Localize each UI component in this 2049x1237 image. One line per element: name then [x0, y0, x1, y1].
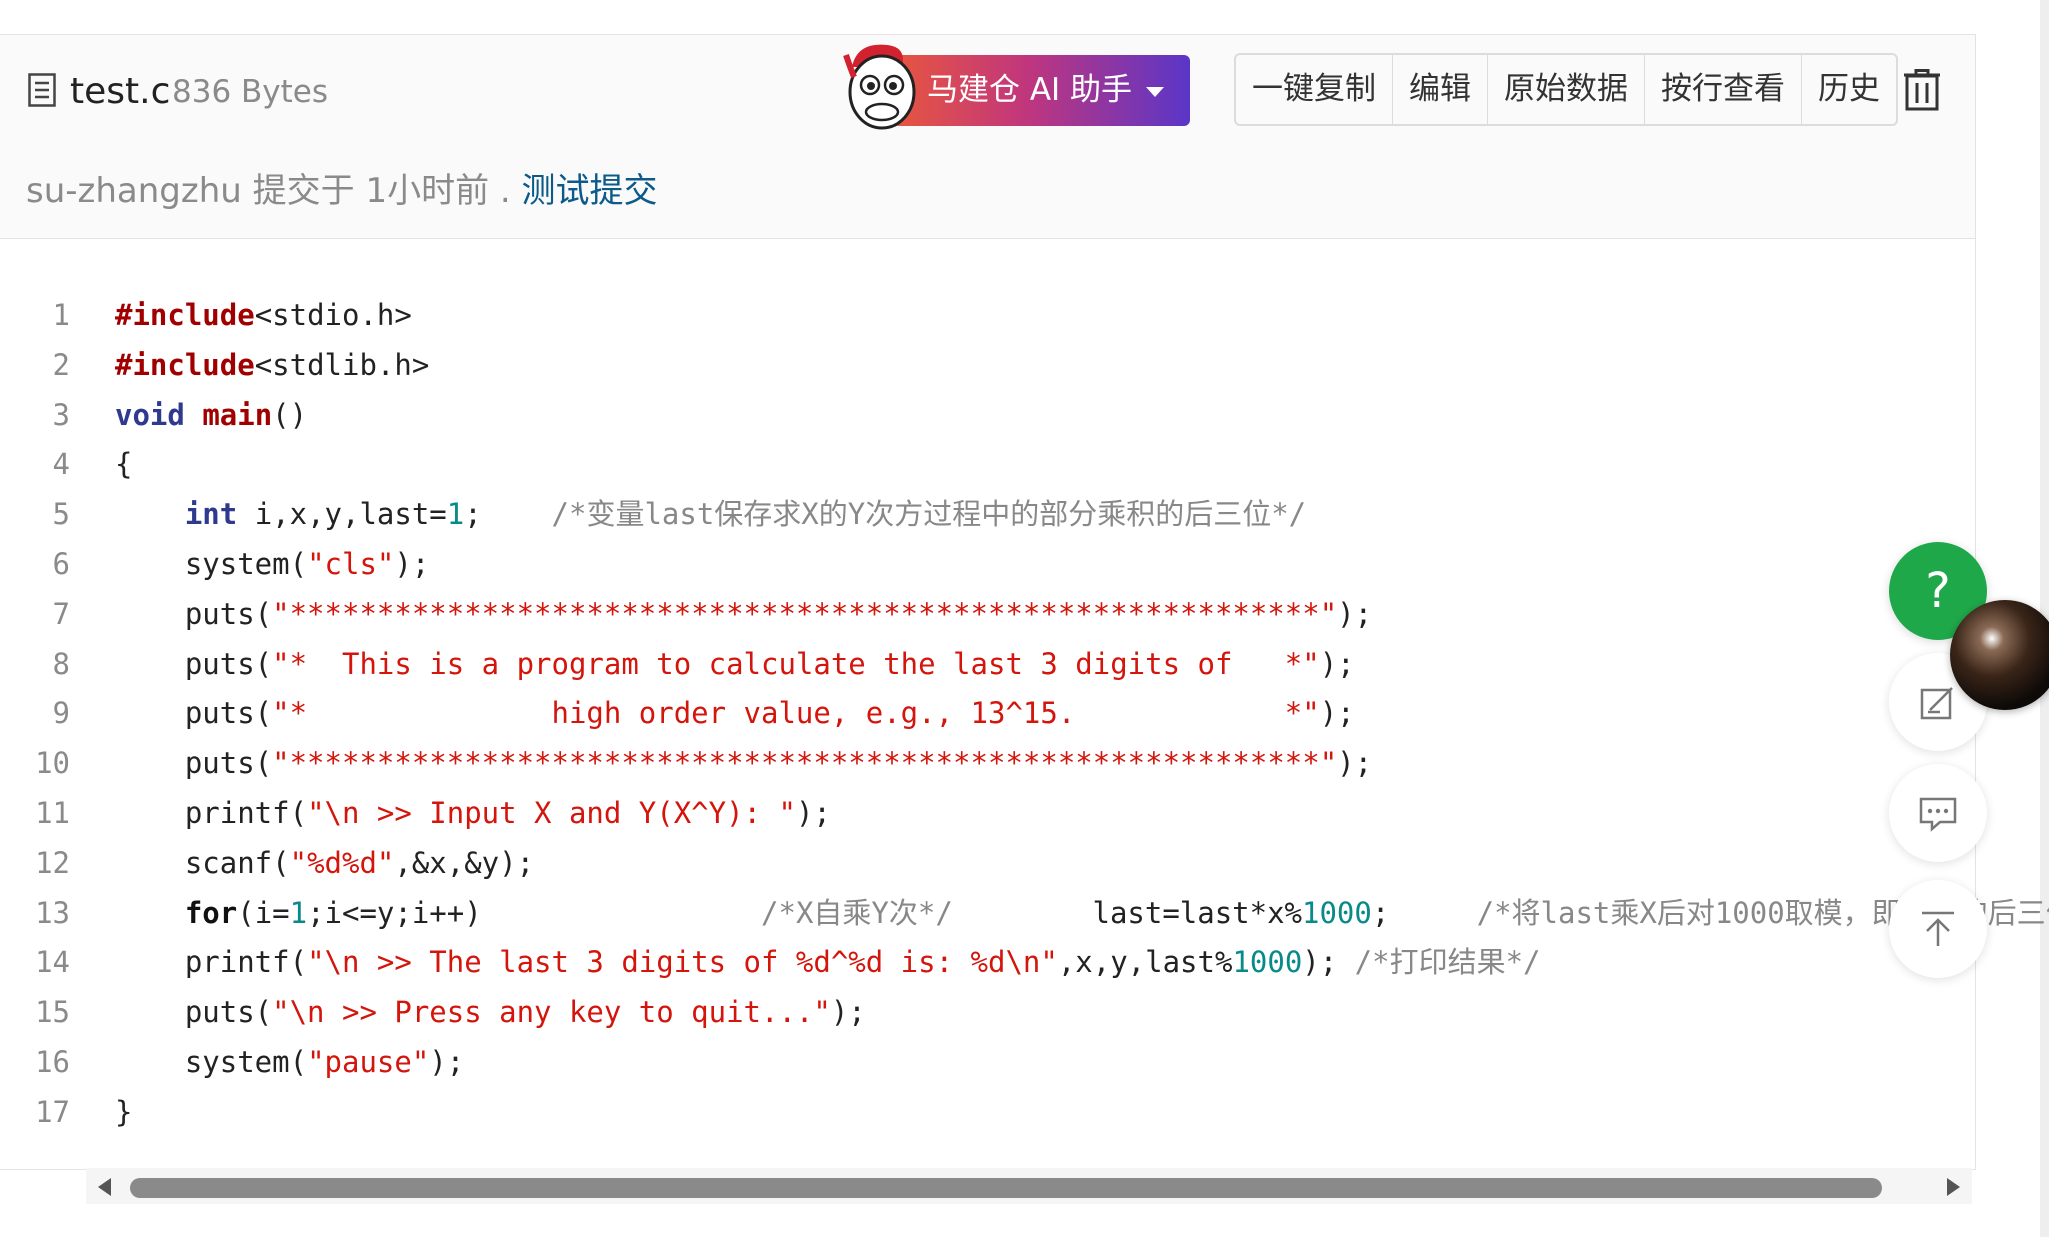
line-number[interactable]: 13	[0, 889, 70, 938]
code-line: 3 void main()	[0, 391, 1976, 440]
code-line: 12 scanf("%d%d",&x,&y);	[0, 839, 1976, 888]
code-text: for(i=1;i<=y;i++) /*X自乘Y次*/ last=last*x%…	[184, 895, 2049, 930]
line-number[interactable]: 3	[0, 391, 70, 440]
line-number[interactable]: 11	[0, 789, 70, 838]
scroll-right-icon[interactable]	[1947, 1178, 1960, 1196]
code-text: scanf("%d%d",&x,&y);	[115, 845, 535, 880]
commit-info: su-zhangzhu 提交于 1小时前 . 测试提交	[26, 163, 658, 212]
code-text: #include<stdio.h>	[115, 298, 412, 332]
file-icon	[28, 73, 56, 107]
line-number[interactable]: 6	[0, 540, 70, 589]
code-line: 2 #include<stdlib.h>	[0, 341, 1976, 390]
line-number[interactable]: 9	[0, 689, 70, 738]
code-line: 11 printf("\n >> Input X and Y(X^Y): ");	[0, 789, 1976, 838]
code-text: printf("\n >> The last 3 digits of %d^%d…	[115, 945, 1541, 980]
code-text: printf("\n >> Input X and Y(X^Y): ");	[115, 796, 831, 830]
blame-button[interactable]: 按行查看	[1644, 55, 1801, 124]
horizontal-scrollbar[interactable]	[86, 1168, 1972, 1204]
code-text: void main()	[115, 397, 308, 432]
line-number[interactable]: 17	[0, 1088, 70, 1137]
code-text: puts("* high order value, e.g., 13^15. *…	[115, 696, 1355, 731]
caret-down-icon	[1146, 86, 1165, 97]
line-number[interactable]: 1	[0, 291, 70, 340]
line-number[interactable]: 15	[0, 988, 70, 1037]
line-number[interactable]: 10	[0, 739, 70, 788]
code-line: 17}	[0, 1088, 1976, 1137]
code-text: {	[115, 447, 133, 482]
scroll-left-icon[interactable]	[98, 1178, 111, 1196]
code-text: puts("**********************************…	[115, 596, 1373, 631]
code-text: #include<stdlib.h>	[115, 347, 430, 382]
code-text: puts("* This is a program to calculate t…	[115, 646, 1355, 681]
code-line: 14 printf("\n >> The last 3 digits of %d…	[0, 938, 1976, 987]
line-number[interactable]: 16	[0, 1038, 70, 1087]
file-header: test.c 836 Bytes 马建仓 AI 助手 一键复制 编辑 原始数据 …	[0, 35, 1975, 239]
code-line: 4{	[0, 440, 1976, 489]
back-to-top-icon	[1922, 911, 1954, 946]
code-line: 15 puts("\n >> Press any key to quit..."…	[0, 988, 1976, 1037]
raw-data-button[interactable]: 原始数据	[1487, 55, 1644, 124]
code-line: 10 puts("*******************************…	[0, 739, 1976, 788]
commit-message[interactable]: 测试提交	[522, 171, 658, 211]
code-text: puts("\n >> Press any key to quit...");	[115, 995, 866, 1030]
code-text: system("cls");	[115, 547, 430, 581]
line-number[interactable]: 12	[0, 839, 70, 888]
comment-icon	[1919, 797, 1957, 832]
code-text: int i,x,y,last=1; /*变量last保存求X的Y次方过程中的部分…	[184, 497, 1307, 532]
code-line: 9 puts("* high order value, e.g., 13^15.…	[0, 689, 1976, 738]
file-panel: test.c 836 Bytes 马建仓 AI 助手 一键复制 编辑 原始数据 …	[0, 34, 2049, 1204]
back-to-top-button[interactable]	[1889, 880, 1987, 978]
code-text: system("pause");	[115, 1045, 465, 1079]
code-text: puts("**********************************…	[115, 746, 1373, 781]
code-line: 16 system("pause");	[0, 1038, 1976, 1087]
file-size: 836 Bytes	[172, 74, 329, 110]
history-button[interactable]: 历史	[1801, 55, 1896, 124]
code-line: 8 puts("* This is a program to calculate…	[0, 640, 1976, 689]
line-number[interactable]: 2	[0, 341, 70, 390]
trash-icon[interactable]	[1902, 69, 1942, 111]
line-number[interactable]: 8	[0, 640, 70, 689]
edit-button[interactable]: 编辑	[1392, 55, 1487, 124]
comment-float-button[interactable]	[1889, 764, 1987, 862]
file-name: test.c	[70, 71, 171, 112]
code-line: 1 #include<stdio.h>	[0, 291, 1976, 340]
copy-all-button[interactable]: 一键复制	[1236, 55, 1392, 124]
line-number[interactable]: 7	[0, 590, 70, 639]
commit-meta: 提交于 1小时前 .	[241, 171, 522, 211]
edit-icon	[1920, 687, 1953, 720]
code-line: 5 int i,x,y,last=1; /*变量last保存求X的Y次方过程中的…	[0, 490, 1976, 539]
line-number[interactable]: 5	[0, 490, 70, 539]
assistant-orb[interactable]	[1950, 600, 2049, 710]
mascot-icon	[843, 44, 916, 130]
code-line: 6 system("cls");	[0, 540, 1976, 589]
code-line: 13 for(i=1;i<=y;i++) /*X自乘Y次*/ last=last…	[0, 889, 2049, 938]
code-text: }	[115, 1094, 133, 1129]
code-line: 7 puts("********************************…	[0, 590, 1976, 639]
line-number[interactable]: 14	[0, 938, 70, 987]
file-actions-group: 一键复制 编辑 原始数据 按行查看 历史	[1234, 53, 1898, 126]
scrollbar-thumb[interactable]	[130, 1178, 1882, 1198]
ai-assistant-button[interactable]: 马建仓 AI 助手	[893, 55, 1190, 126]
commit-author[interactable]: su-zhangzhu	[26, 171, 242, 211]
line-number[interactable]: 4	[0, 440, 70, 489]
ai-assistant-label: 马建仓 AI 助手	[927, 72, 1133, 108]
